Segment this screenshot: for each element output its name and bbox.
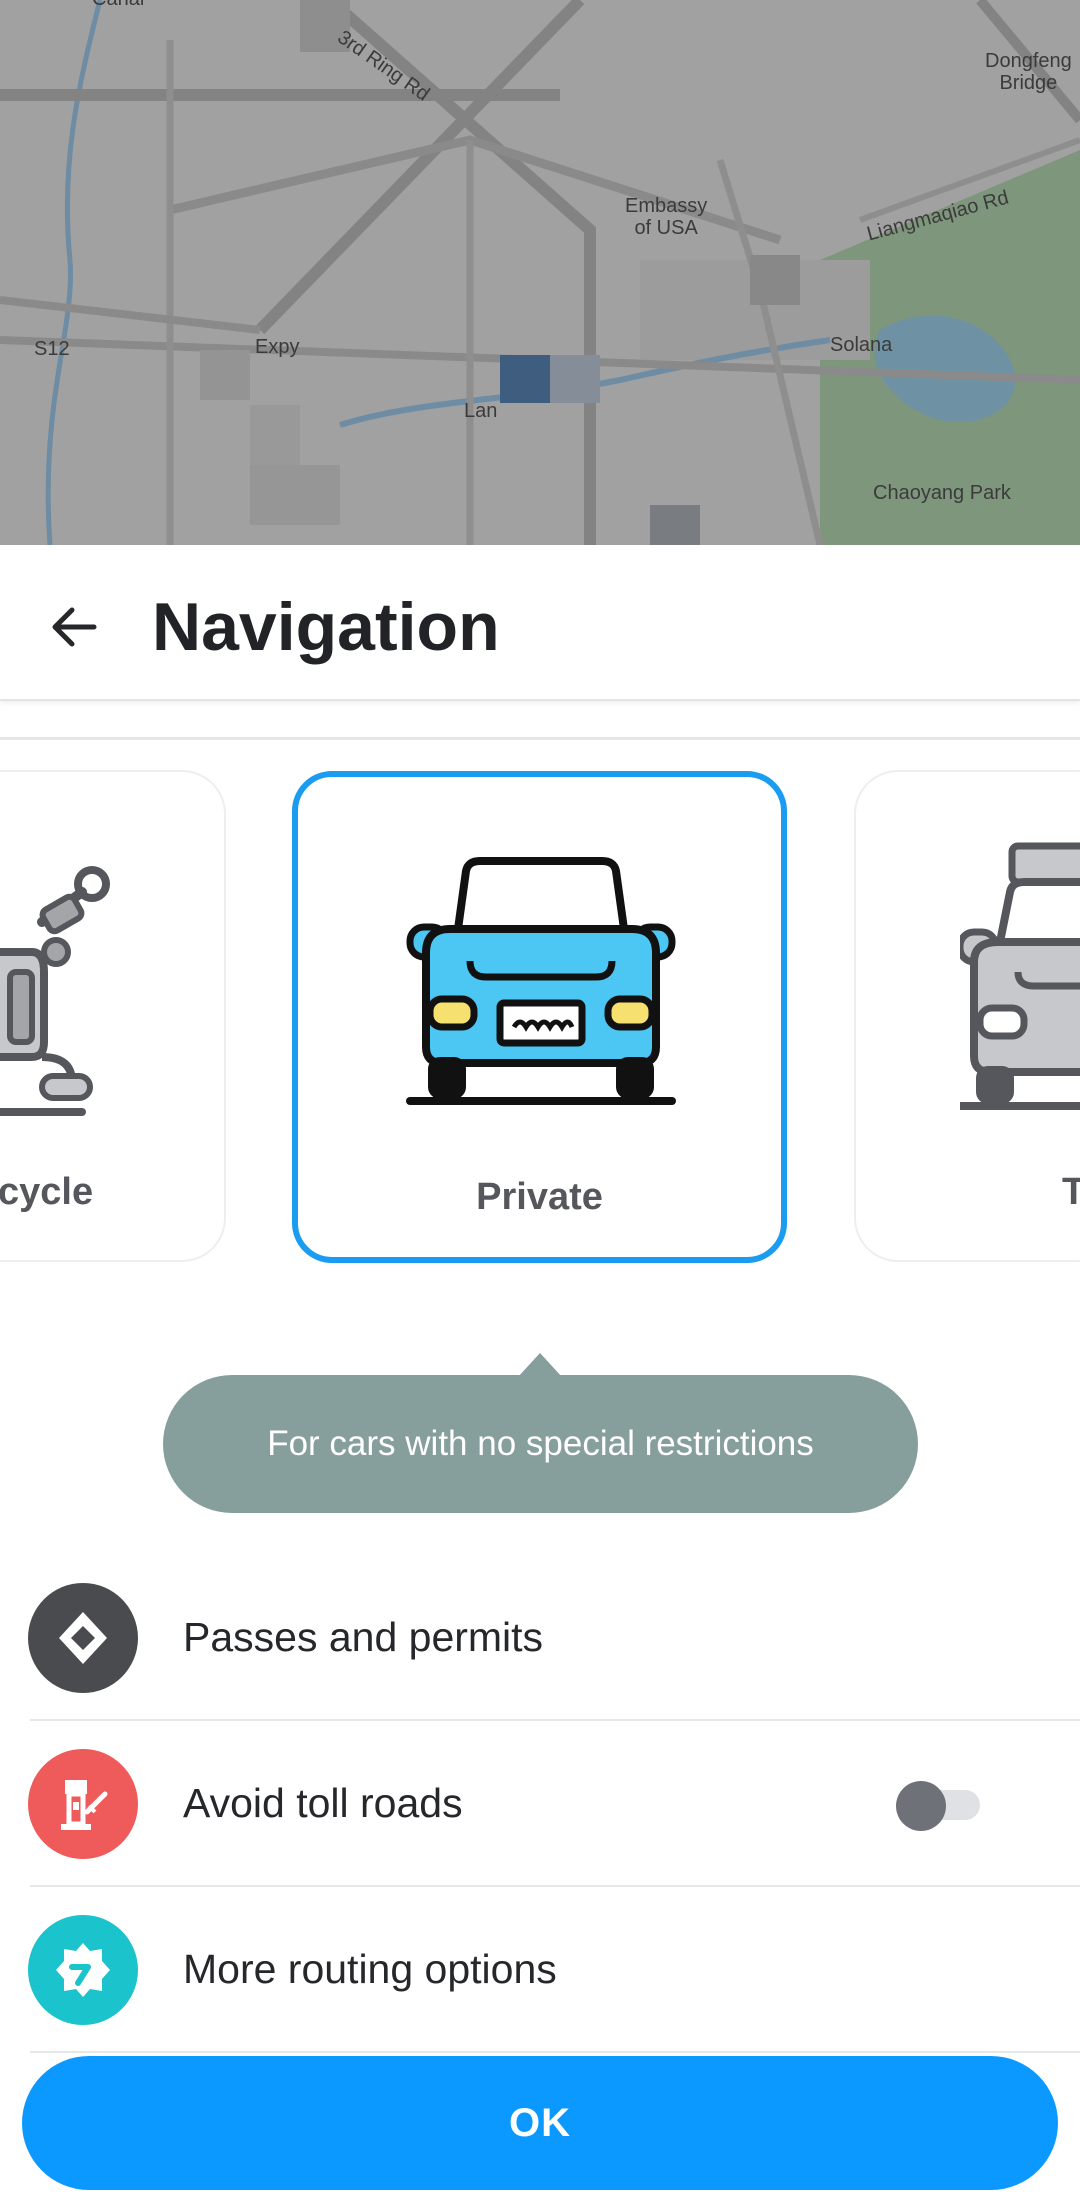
vehicle-label: T bbox=[1062, 1170, 1080, 1214]
map-label-lane: Lan bbox=[464, 400, 498, 422]
toggle-knob bbox=[896, 1781, 946, 1831]
option-avoid-toll-roads[interactable]: Avoid toll roads bbox=[0, 1721, 1080, 1887]
ok-button-label: OK bbox=[509, 2100, 571, 2145]
row-divider bbox=[30, 2051, 1080, 2053]
map-label-solana: Solana bbox=[830, 334, 893, 356]
option-passes-and-permits[interactable]: Passes and permits bbox=[0, 1555, 1080, 1721]
sheet-header: Navigation bbox=[0, 545, 1080, 701]
diamond-icon bbox=[59, 1612, 107, 1664]
option-label: Avoid toll roads bbox=[183, 1780, 463, 1826]
tooltip-text: For cars with no special restrictions bbox=[267, 1424, 814, 1463]
map-label-embassy: Embassy of USA bbox=[625, 195, 708, 239]
vehicle-label: cycle bbox=[0, 1171, 94, 1213]
map-label-s12: S12 bbox=[34, 338, 70, 360]
map-label-dongfeng: Dongfeng Bridge bbox=[985, 50, 1072, 94]
tooltip-arrow bbox=[518, 1353, 562, 1377]
map-label-chaoyang-park: Chaoyang Park bbox=[873, 482, 1011, 504]
taxi-icon bbox=[960, 842, 1080, 1110]
vehicle-card-taxi[interactable]: T bbox=[854, 770, 1080, 1262]
car-icon bbox=[406, 857, 676, 1105]
routing-gear-icon bbox=[56, 1943, 110, 1997]
toll-booth-icon bbox=[61, 1780, 108, 1830]
permit-icon-circle bbox=[28, 1583, 138, 1693]
vehicle-card-private[interactable]: Private bbox=[292, 771, 787, 1263]
avoid-toll-toggle[interactable] bbox=[896, 1781, 982, 1831]
motorcycle-icon bbox=[0, 866, 110, 1116]
map-view[interactable]: 3rd Ring Rd Embassy of USA Dongfeng Brid… bbox=[0, 0, 1080, 545]
routing-icon-circle bbox=[28, 1915, 138, 2025]
toll-icon-circle bbox=[28, 1749, 138, 1859]
map-label-canal: Canal bbox=[92, 0, 144, 10]
navigation-sheet: Navigation cycle Private For cars with n… bbox=[0, 545, 1080, 2204]
vehicle-label: Private bbox=[476, 1176, 603, 1218]
option-more-routing[interactable]: More routing options bbox=[0, 1887, 1080, 2053]
back-button[interactable] bbox=[38, 591, 110, 663]
divider bbox=[0, 737, 1080, 740]
map-label-expy: Expy bbox=[255, 336, 300, 358]
option-label: Passes and permits bbox=[183, 1614, 544, 1660]
vehicle-tooltip: For cars with no special restrictions bbox=[163, 1375, 918, 1513]
map-dim-overlay bbox=[0, 0, 1080, 545]
ok-button[interactable]: OK bbox=[22, 2056, 1058, 2190]
option-label: More routing options bbox=[183, 1946, 557, 1992]
arrow-left-icon bbox=[52, 607, 97, 647]
page-title: Navigation bbox=[152, 589, 500, 665]
vehicle-card-motorcycle[interactable]: cycle bbox=[0, 770, 226, 1262]
